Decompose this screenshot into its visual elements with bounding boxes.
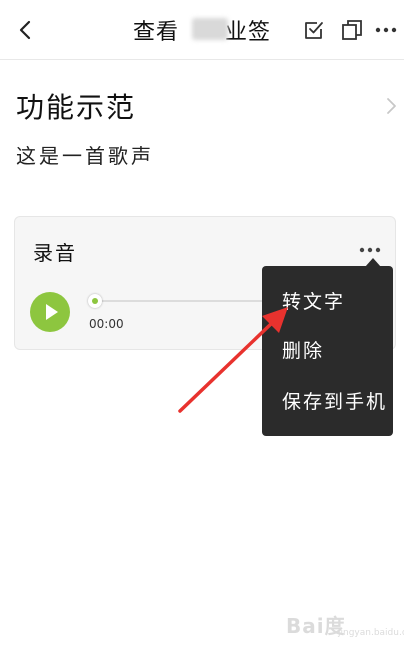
baidu-watermark: Bai度 jingyan.baidu.com bbox=[286, 604, 404, 640]
menu-item-delete[interactable]: 删除 bbox=[282, 336, 324, 363]
chevron-right-icon[interactable] bbox=[384, 96, 398, 116]
time-label: 00:00 bbox=[89, 317, 124, 331]
menu-item-save-to-phone[interactable]: 保存到手机 bbox=[282, 387, 387, 414]
note-title[interactable]: 功能示范 bbox=[16, 86, 136, 126]
menu-item-transcribe[interactable]: 转文字 bbox=[282, 287, 345, 314]
popup-menu: 转文字 删除 保存到手机 bbox=[262, 266, 393, 436]
copy-icon[interactable] bbox=[340, 18, 364, 42]
note-body[interactable]: 这是一首歌声 bbox=[16, 140, 154, 169]
play-icon bbox=[46, 304, 58, 320]
watermark-brand: Bai度 bbox=[286, 614, 346, 638]
recording-label: 录音 bbox=[33, 241, 77, 265]
watermark-sub: jingyan.baidu.com bbox=[338, 628, 404, 638]
checkbox-icon[interactable] bbox=[302, 18, 326, 42]
progress-knob[interactable] bbox=[88, 294, 102, 308]
note-view-screen: 查看 业签 功能示范 这是一首歌声 录音 00:00 转文字 删除 保存到手机 … bbox=[0, 0, 404, 659]
more-dots-icon[interactable] bbox=[374, 24, 398, 36]
play-button[interactable] bbox=[30, 292, 70, 332]
redacted-text bbox=[192, 18, 228, 40]
header-bar: 查看 业签 bbox=[0, 0, 404, 60]
more-dots-icon[interactable] bbox=[358, 245, 382, 255]
